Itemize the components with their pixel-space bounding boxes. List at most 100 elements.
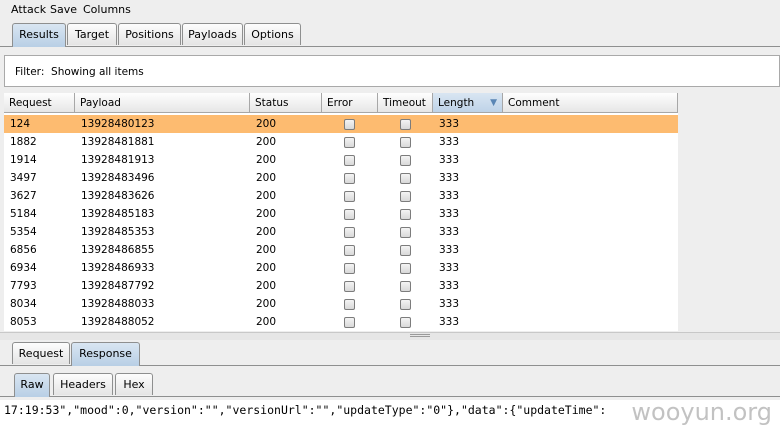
menu-bar: Attack Save Columns xyxy=(0,0,780,20)
tab-request[interactable]: Request xyxy=(12,342,70,364)
error-checkbox[interactable] xyxy=(344,119,355,130)
table-row[interactable]: 7793 13928487792 200 333 xyxy=(4,277,678,295)
table-row[interactable]: 3627 13928483626 200 333 xyxy=(4,187,678,205)
table-row[interactable]: 8053 13928488052 200 333 xyxy=(4,313,678,331)
timeout-checkbox[interactable] xyxy=(400,317,411,328)
error-checkbox[interactable] xyxy=(344,281,355,292)
table-row[interactable]: 5354 13928485353 200 333 xyxy=(4,223,678,241)
error-checkbox[interactable] xyxy=(344,191,355,202)
table-row[interactable]: 1882 13928481881 200 333 xyxy=(4,133,678,151)
col-request-header[interactable]: Request xyxy=(4,93,75,113)
response-body[interactable]: 17:19:53","mood":0,"version":"","version… xyxy=(0,398,780,438)
col-length-header[interactable]: Length ▼ xyxy=(433,93,503,113)
filter-bar[interactable]: Filter: Showing all items xyxy=(4,55,780,87)
cell-request: 124 xyxy=(10,118,31,130)
error-checkbox[interactable] xyxy=(344,155,355,166)
tab-results[interactable]: Results xyxy=(12,23,66,47)
cell-payload: 13928488052 xyxy=(81,316,155,328)
timeout-checkbox[interactable] xyxy=(400,263,411,274)
timeout-checkbox[interactable] xyxy=(400,191,411,202)
cell-status: 200 xyxy=(256,136,277,148)
col-comment-header[interactable]: Comment xyxy=(503,93,678,113)
cell-request: 5354 xyxy=(10,226,37,238)
error-checkbox[interactable] xyxy=(344,209,355,220)
timeout-checkbox[interactable] xyxy=(400,245,411,256)
menu-attack[interactable]: Attack xyxy=(11,3,46,16)
table-row[interactable]: 6934 13928486933 200 333 xyxy=(4,259,678,277)
cell-request: 6856 xyxy=(10,244,37,256)
cell-length: 333 xyxy=(439,208,460,220)
timeout-checkbox[interactable] xyxy=(400,227,411,238)
timeout-checkbox[interactable] xyxy=(400,173,411,184)
cell-status: 200 xyxy=(256,154,277,166)
table-row[interactable]: 3497 13928483496 200 333 xyxy=(4,169,678,187)
cell-length: 333 xyxy=(439,190,460,202)
cell-request: 1882 xyxy=(10,136,37,148)
timeout-checkbox[interactable] xyxy=(400,209,411,220)
cell-payload: 13928483626 xyxy=(81,190,155,202)
tab-payloads[interactable]: Payloads xyxy=(182,23,243,45)
results-table[interactable]: Request Payload Status Error Timeout Len… xyxy=(4,93,678,331)
cell-request: 6934 xyxy=(10,262,37,274)
split-pane-divider[interactable] xyxy=(0,332,780,340)
cell-length: 333 xyxy=(439,154,460,166)
table-row[interactable]: 1914 13928481913 200 333 xyxy=(4,151,678,169)
cell-payload: 13928485353 xyxy=(81,226,155,238)
col-status-header[interactable]: Status xyxy=(250,93,322,113)
timeout-checkbox[interactable] xyxy=(400,155,411,166)
filter-label: Filter: Showing all items xyxy=(15,66,144,78)
menu-columns[interactable]: Columns xyxy=(83,3,131,16)
cell-request: 3497 xyxy=(10,172,37,184)
cell-length: 333 xyxy=(439,244,460,256)
table-row[interactable]: 8034 13928488033 200 333 xyxy=(4,295,678,313)
error-checkbox[interactable] xyxy=(344,299,355,310)
error-checkbox[interactable] xyxy=(344,245,355,256)
cell-length: 333 xyxy=(439,262,460,274)
tab-positions[interactable]: Positions xyxy=(118,23,181,45)
cell-request: 8053 xyxy=(10,316,37,328)
tab-target[interactable]: Target xyxy=(67,23,117,45)
response-text: 17:19:53","mood":0,"version":"","version… xyxy=(4,403,607,417)
cell-status: 200 xyxy=(256,118,277,130)
cell-length: 333 xyxy=(439,280,460,292)
col-timeout-header[interactable]: Timeout xyxy=(378,93,433,113)
error-checkbox[interactable] xyxy=(344,137,355,148)
cell-length: 333 xyxy=(439,172,460,184)
menu-save[interactable]: Save xyxy=(50,3,77,16)
cell-request: 1914 xyxy=(10,154,37,166)
cell-payload: 13928481913 xyxy=(81,154,155,166)
error-checkbox[interactable] xyxy=(344,263,355,274)
error-checkbox[interactable] xyxy=(344,227,355,238)
col-error-header[interactable]: Error xyxy=(322,93,378,113)
tab-headers[interactable]: Headers xyxy=(53,373,113,395)
cell-request: 8034 xyxy=(10,298,37,310)
cell-payload: 13928486933 xyxy=(81,262,155,274)
drag-handle-icon[interactable] xyxy=(410,334,430,337)
table-row[interactable]: 124 13928480123 200 333 xyxy=(4,115,678,133)
cell-payload: 13928486855 xyxy=(81,244,155,256)
tab-raw[interactable]: Raw xyxy=(14,373,50,397)
tab-response[interactable]: Response xyxy=(71,342,140,366)
view-tab-strip: Raw Headers Hex xyxy=(0,373,780,397)
col-payload-header[interactable]: Payload xyxy=(75,93,250,113)
cell-request: 5184 xyxy=(10,208,37,220)
timeout-checkbox[interactable] xyxy=(400,281,411,292)
timeout-checkbox[interactable] xyxy=(400,137,411,148)
cell-status: 200 xyxy=(256,226,277,238)
cell-status: 200 xyxy=(256,316,277,328)
cell-request: 7793 xyxy=(10,280,37,292)
error-checkbox[interactable] xyxy=(344,173,355,184)
cell-length: 333 xyxy=(439,298,460,310)
cell-length: 333 xyxy=(439,226,460,238)
watermark: wooyun.org xyxy=(631,398,772,426)
tab-hex[interactable]: Hex xyxy=(115,373,153,395)
sort-descending-icon: ▼ xyxy=(490,98,497,108)
error-checkbox[interactable] xyxy=(344,317,355,328)
timeout-checkbox[interactable] xyxy=(400,119,411,130)
table-row[interactable]: 5184 13928485183 200 333 xyxy=(4,205,678,223)
tab-options[interactable]: Options xyxy=(244,23,301,45)
timeout-checkbox[interactable] xyxy=(400,299,411,310)
cell-status: 200 xyxy=(256,244,277,256)
cell-status: 200 xyxy=(256,190,277,202)
table-row[interactable]: 6856 13928486855 200 333 xyxy=(4,241,678,259)
